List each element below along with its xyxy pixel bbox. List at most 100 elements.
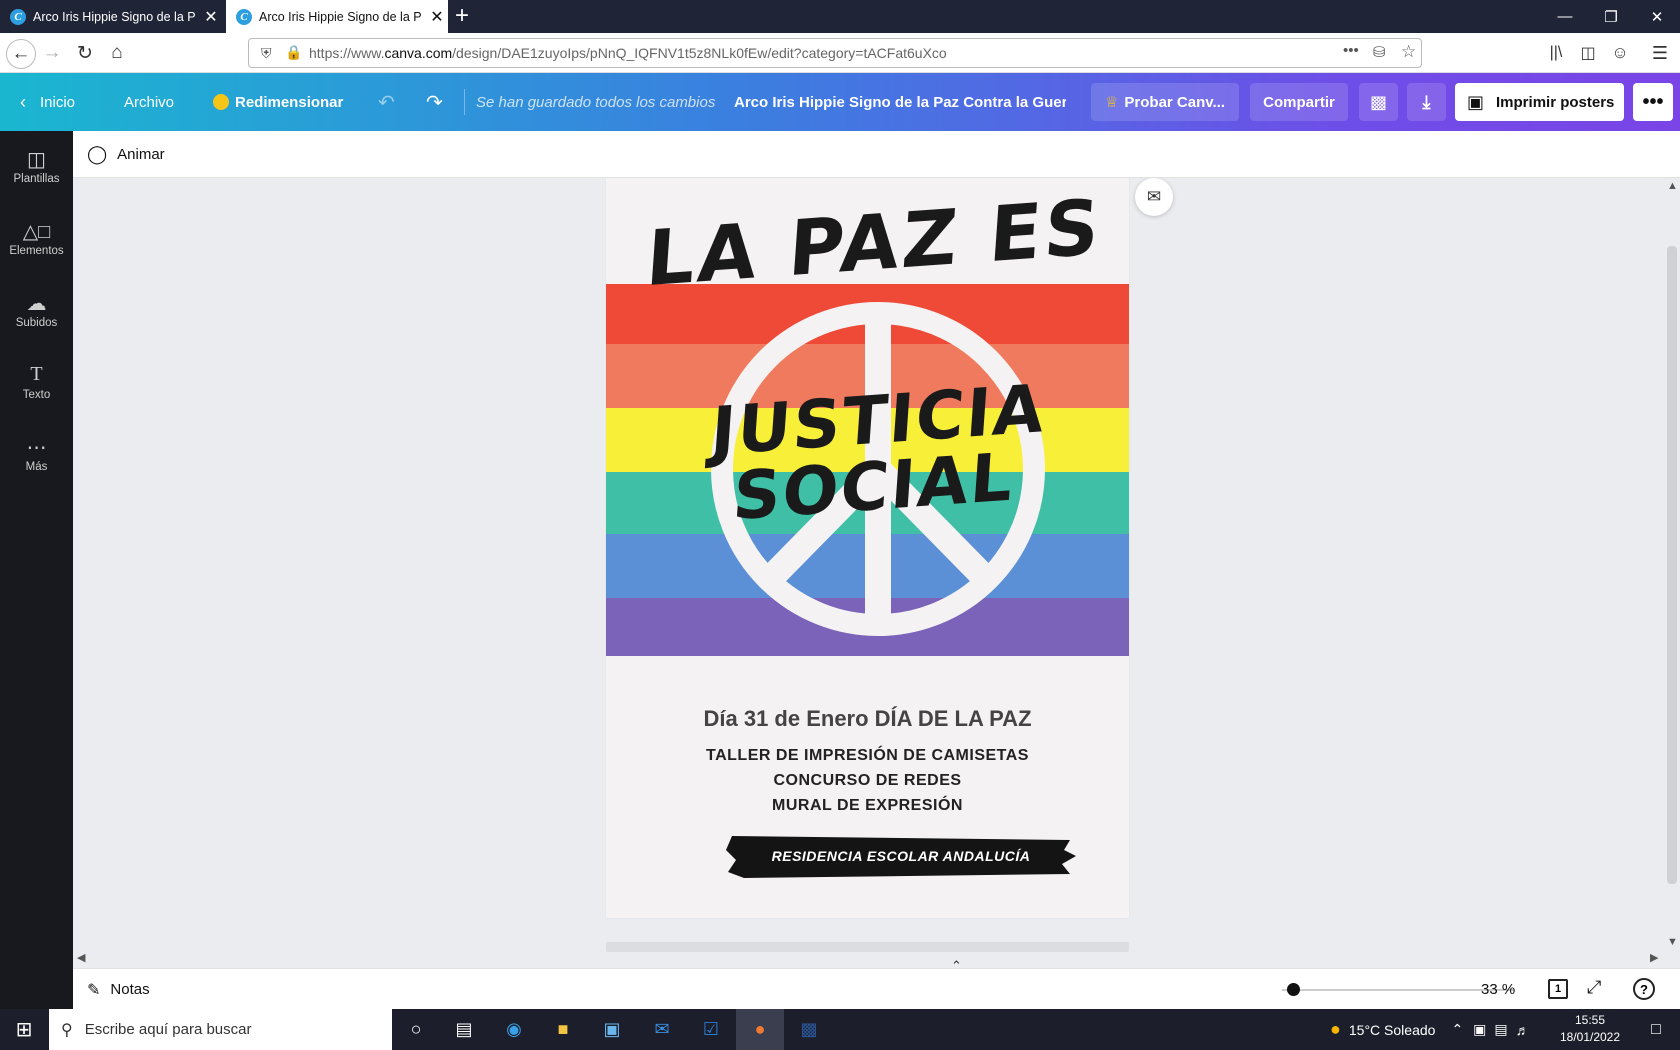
download-icon[interactable]: ⤓: [1407, 83, 1446, 121]
volume-icon[interactable]: ♬: [1516, 1022, 1530, 1038]
forward-icon[interactable]: →: [38, 40, 66, 66]
url-bar[interactable]: ⛨ 🔒 https://www.canva.com/design/DAE1zuy…: [248, 38, 1422, 68]
restore-icon[interactable]: ❐: [1588, 0, 1634, 33]
editor-sidebar: ◫ Plantillas △□ Elementos ☁ Subidos T Te…: [0, 131, 73, 1009]
print-posters-button[interactable]: ▣ Imprimir posters: [1455, 83, 1624, 121]
home-icon[interactable]: ⌂: [103, 40, 131, 66]
scroll-down-icon[interactable]: ▼: [1667, 936, 1678, 948]
sidebar-toggle-icon[interactable]: ◫: [1574, 40, 1602, 66]
sidebar-item-text[interactable]: T Texto: [0, 363, 73, 425]
menu-icon[interactable]: ☰: [1646, 40, 1674, 66]
zoom-slider-track[interactable]: [1282, 989, 1514, 991]
scroll-left-icon[interactable]: ◀: [77, 951, 85, 964]
file-explorer-icon[interactable]: ■: [539, 1009, 587, 1050]
zoom-level[interactable]: 33 %: [1481, 969, 1515, 1010]
minimize-icon[interactable]: —: [1542, 0, 1588, 33]
close-tab-icon[interactable]: ✕: [430, 7, 444, 27]
chevron-up-icon[interactable]: ⌃: [951, 958, 962, 968]
poster-activity[interactable]: MURAL DE EXPRESIÓN: [606, 797, 1129, 815]
taskbar-search-box[interactable]: ⚲ Escribe aquí para buscar: [49, 1009, 392, 1050]
animate-button[interactable]: ◯ Animar: [87, 131, 165, 178]
document-title[interactable]: Arco Iris Hippie Signo de la Paz Contra …: [734, 73, 1066, 131]
zoom-slider-handle[interactable]: [1286, 983, 1300, 996]
fullscreen-icon[interactable]: ⤢: [1587, 977, 1601, 998]
text-icon: T: [30, 363, 43, 385]
notes-button[interactable]: ✎ Notas: [87, 969, 150, 1010]
system-tray: ● 15°C Soleado ⌃ ▣ ▤ ♬: [1330, 1009, 1530, 1050]
browser-tab-strip: C Arco Iris Hippie Signo de la Paz Co ✕ …: [0, 0, 1680, 33]
poster-banner-text[interactable]: RESIDENCIA ESCOLAR ANDALUCÍA: [724, 830, 1078, 882]
edge-browser-icon[interactable]: ◉: [490, 1009, 538, 1050]
try-pro-button[interactable]: ♕ Probar Canv...: [1091, 83, 1239, 121]
sidebar-item-label: Elementos: [9, 245, 64, 257]
url-text[interactable]: https://www.canva.com/design/DAE1zuyoIps…: [309, 45, 947, 61]
pocket-icon[interactable]: ⛁: [1373, 43, 1386, 61]
word-icon[interactable]: ▩: [785, 1009, 833, 1050]
mail-icon[interactable]: ✉: [638, 1009, 686, 1050]
file-menu-button[interactable]: Archivo: [124, 73, 174, 131]
print-label: Imprimir posters: [1496, 93, 1615, 111]
account-icon[interactable]: ☺: [1606, 40, 1634, 66]
tracking-shield-icon[interactable]: ⛨: [261, 45, 272, 62]
new-tab-button[interactable]: +: [455, 2, 469, 30]
scroll-up-icon[interactable]: ▲: [1667, 180, 1678, 192]
crown-icon: [213, 94, 229, 110]
windows-taskbar: ⊞ ⚲ Escribe aquí para buscar ○ ▤ ◉ ■ ▣ ✉…: [0, 1009, 1680, 1050]
notes-icon: ✎: [87, 981, 101, 999]
weather-text[interactable]: 15°C Soleado: [1349, 1022, 1436, 1038]
outlook-icon[interactable]: ☑: [687, 1009, 735, 1050]
scroll-right-icon[interactable]: ▶: [1650, 951, 1658, 964]
design-canvas-area[interactable]: LA PAZ ES JUSTICIA SOCIAL Día 31 de Ener…: [73, 178, 1680, 968]
undo-icon[interactable]: ↶: [378, 73, 395, 131]
elements-icon: △□: [22, 221, 51, 243]
cortana-icon[interactable]: ○: [392, 1009, 440, 1050]
tab-title: Arco Iris Hippie Signo de la Paz Co: [259, 9, 422, 24]
poster-date-line[interactable]: Día 31 de Enero DÍA DE LA PAZ: [606, 706, 1129, 732]
firefox-icon[interactable]: ●: [736, 1009, 784, 1050]
next-page-preview[interactable]: [606, 942, 1129, 952]
microsoft-store-icon[interactable]: ▣: [588, 1009, 636, 1050]
lock-icon[interactable]: 🔒: [285, 44, 302, 61]
poster-page[interactable]: LA PAZ ES JUSTICIA SOCIAL Día 31 de Ener…: [606, 178, 1129, 918]
poster-activity[interactable]: CONCURSO DE REDES: [606, 772, 1129, 790]
network-icon[interactable]: ▤: [1494, 1021, 1507, 1038]
chevron-left-icon: ‹: [20, 91, 26, 112]
task-view-icon[interactable]: ▤: [440, 1009, 488, 1050]
bookmark-star-icon[interactable]: ☆: [1401, 42, 1416, 62]
page-count-button[interactable]: 1: [1548, 979, 1568, 999]
help-button[interactable]: ?: [1633, 978, 1655, 1000]
system-clock[interactable]: 15:55 18/01/2022: [1555, 1012, 1625, 1046]
close-window-icon[interactable]: ✕: [1634, 0, 1680, 33]
back-icon[interactable]: ←: [6, 39, 36, 69]
tray-chevron-icon[interactable]: ⌃: [1451, 1021, 1463, 1038]
browser-tab[interactable]: C Arco Iris Hippie Signo de la Paz Co ✕: [0, 0, 222, 33]
templates-icon: ◫: [27, 149, 46, 171]
notes-label: Notas: [110, 981, 150, 998]
try-pro-label: Probar Canv...: [1124, 93, 1226, 111]
redo-icon[interactable]: ↷: [426, 73, 443, 131]
reload-icon[interactable]: ↻: [71, 40, 99, 66]
notifications-icon[interactable]: □: [1632, 1009, 1680, 1050]
editor-footer: ✎ Notas 33 % 1 ⤢ ?: [73, 968, 1680, 1009]
meet-now-icon[interactable]: ▣: [1473, 1021, 1486, 1038]
sunny-weather-icon: ●: [1330, 1019, 1341, 1039]
share-button[interactable]: Compartir: [1250, 83, 1348, 121]
resize-button[interactable]: Redimensionar: [213, 73, 343, 131]
sidebar-item-more[interactable]: ⋯ Más: [0, 435, 73, 497]
windows-start-icon[interactable]: ⊞: [0, 1009, 48, 1050]
close-tab-icon[interactable]: ✕: [204, 7, 218, 27]
home-button[interactable]: ‹ Inicio: [20, 73, 75, 131]
browser-tab-active[interactable]: C Arco Iris Hippie Signo de la Paz Co ✕: [226, 0, 448, 33]
sidebar-item-templates[interactable]: ◫ Plantillas: [0, 147, 73, 209]
library-icon[interactable]: ||\: [1542, 40, 1570, 66]
sidebar-item-uploads[interactable]: ☁ Subidos: [0, 291, 73, 353]
insights-icon[interactable]: ▩: [1359, 83, 1398, 121]
poster-activity[interactable]: TALLER DE IMPRESIÓN DE CAMISETAS: [606, 747, 1129, 765]
sidebar-item-label: Subidos: [15, 317, 58, 329]
search-placeholder: Escribe aquí para buscar: [84, 1021, 252, 1038]
vertical-scrollbar[interactable]: [1667, 246, 1677, 884]
add-comment-icon[interactable]: ✉: [1135, 178, 1173, 216]
more-options-button[interactable]: •••: [1633, 83, 1673, 121]
page-actions-icon[interactable]: •••: [1343, 42, 1359, 59]
sidebar-item-elements[interactable]: △□ Elementos: [0, 219, 73, 281]
